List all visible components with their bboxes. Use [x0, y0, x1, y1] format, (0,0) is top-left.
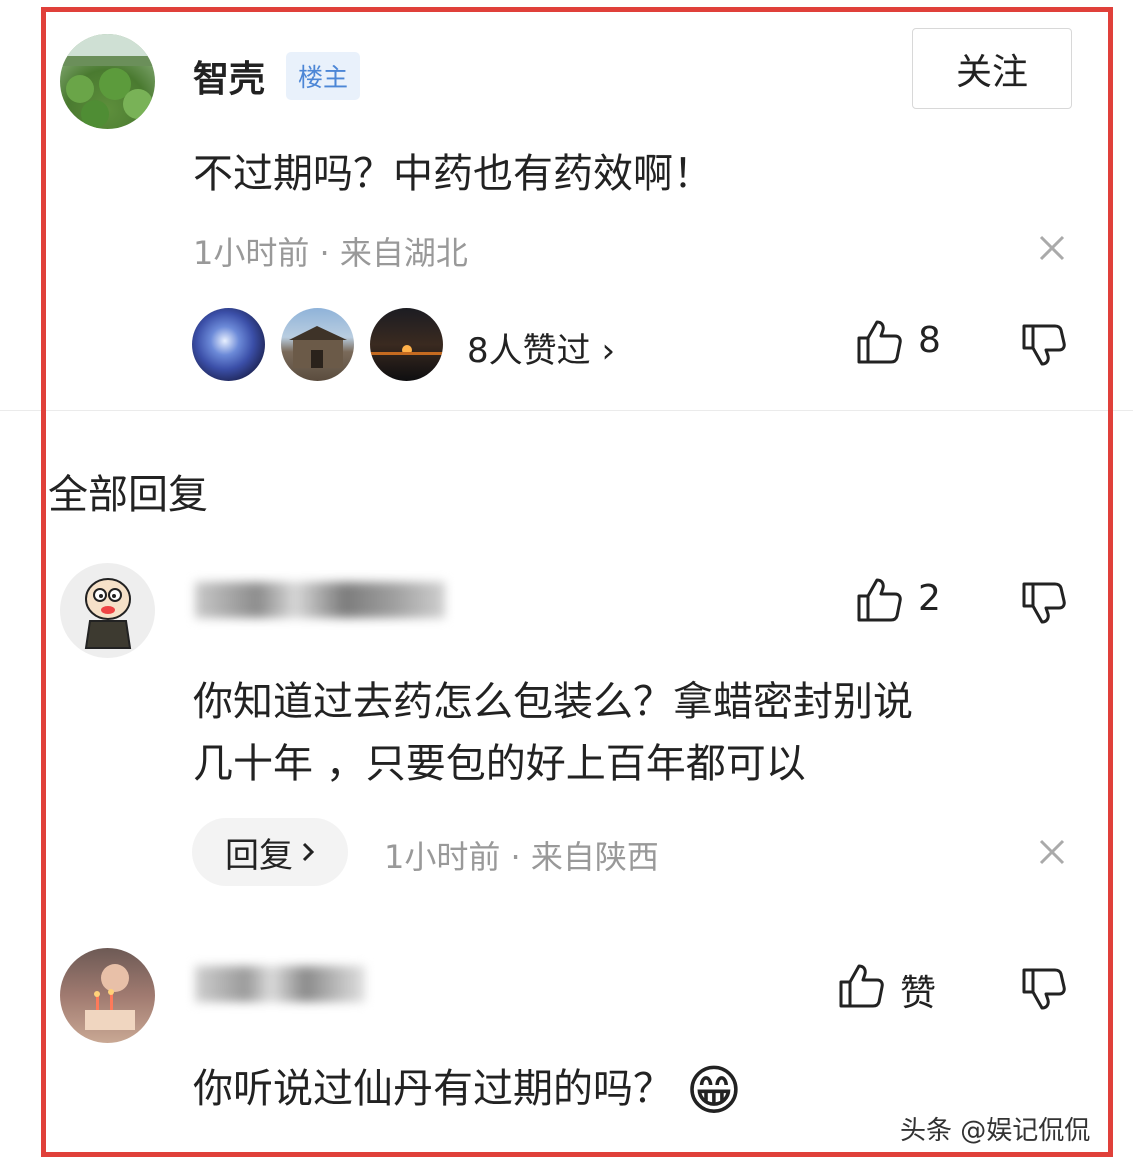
liker-avatar-galaxy[interactable]	[192, 308, 265, 381]
reply2-avatar[interactable]	[60, 948, 155, 1043]
op-comment-text: 不过期吗？中药也有药效啊！	[193, 151, 713, 197]
reply2-text-content: 你听说过仙丹有过期的吗？	[193, 1066, 673, 1112]
op-username[interactable]: 智壳	[193, 50, 265, 102]
reply1-like-count: 2	[918, 578, 941, 619]
thumbs-down-icon[interactable]	[1021, 322, 1067, 368]
thumbs-up-icon[interactable]	[855, 576, 903, 624]
grinning-emoji-icon: 😁	[685, 1059, 743, 1122]
thumbs-down-icon[interactable]	[1021, 580, 1067, 626]
op-time: 1小时前	[193, 234, 310, 272]
thumbs-up-icon[interactable]	[855, 318, 903, 366]
reply1-avatar[interactable]	[60, 563, 155, 658]
op-location: 来自湖北	[339, 234, 468, 272]
reply1-meta: 1小时前 · 来自陕西	[384, 838, 659, 876]
close-icon[interactable]	[1037, 837, 1067, 867]
reply1-text-line1: 你知道过去药怎么包装么？拿蜡密封别说	[193, 679, 913, 725]
op-badge: 楼主	[286, 52, 361, 100]
follow-button[interactable]: 关注	[912, 28, 1072, 109]
liker-avatar-sunset[interactable]	[370, 308, 443, 381]
chevron-right-icon	[301, 832, 315, 872]
divider	[0, 410, 1133, 411]
close-icon[interactable]	[1037, 233, 1067, 263]
watermark: 头条 @娱记侃侃	[900, 1116, 1091, 1146]
liker-avatar-building[interactable]	[281, 308, 354, 381]
op-avatar[interactable]	[60, 34, 155, 129]
reply1-username-blurred[interactable]	[195, 582, 445, 618]
reply1-location: 来自陕西	[530, 838, 659, 876]
op-meta: 1小时前 · 来自湖北	[193, 234, 468, 272]
thumbs-up-icon[interactable]	[837, 962, 885, 1010]
reply-button-label: 回复	[225, 835, 293, 876]
thumbs-down-icon[interactable]	[1021, 966, 1067, 1012]
reply2-username-blurred[interactable]	[195, 966, 365, 1002]
reply1-text: 你知道过去药怎么包装么？拿蜡密封别说 几十年 ，只要包的好上百年都可以	[193, 671, 913, 795]
section-title-all-replies: 全部回复	[48, 472, 208, 518]
reply1-time: 1小时前	[384, 838, 501, 876]
reply2-like-label[interactable]: 赞	[900, 964, 936, 1016]
reply1-text-line2: 几十年 ，只要包的好上百年都可以	[193, 741, 806, 787]
likers-link[interactable]: 8人赞过 ›	[467, 323, 615, 372]
op-like-count: 8	[918, 320, 941, 361]
reply-button[interactable]: 回复	[192, 818, 348, 886]
reply2-text: 你听说过仙丹有过期的吗？ 😁	[193, 1058, 742, 1122]
